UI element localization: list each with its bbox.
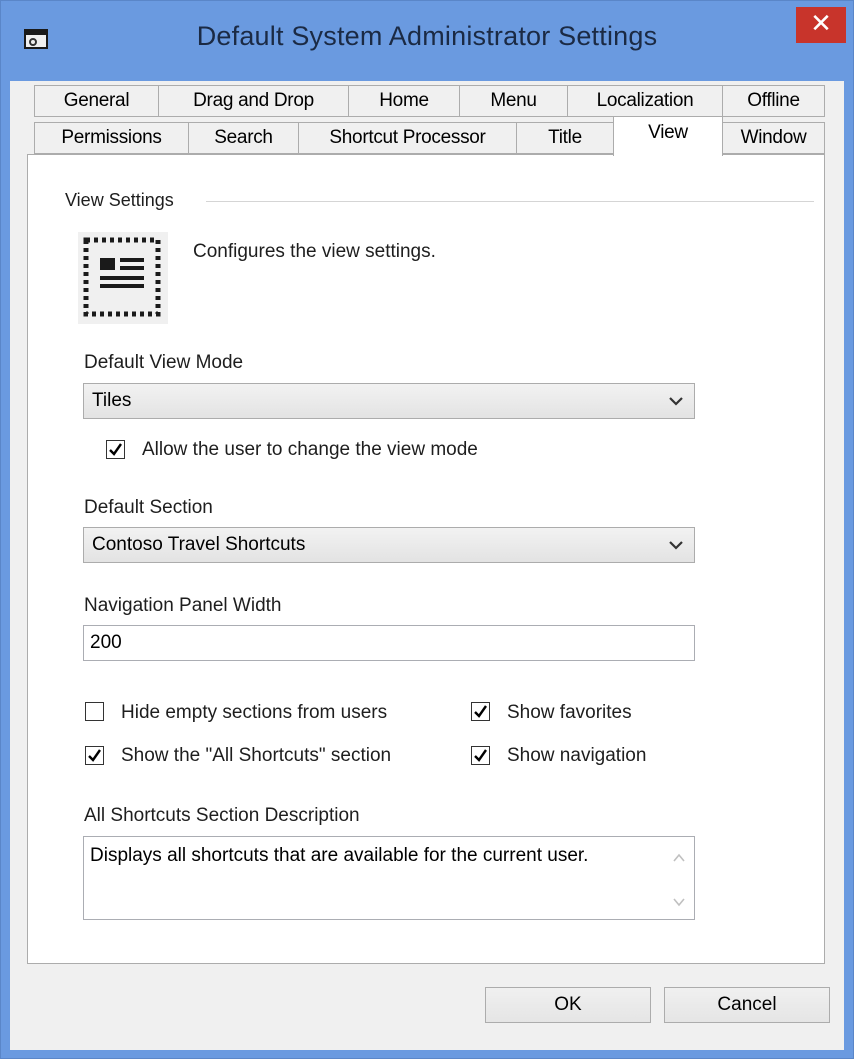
show-all-shortcuts-checkbox[interactable] — [85, 746, 104, 765]
navigation-panel-width-input[interactable]: 200 — [83, 625, 695, 661]
default-section-select[interactable]: Contoso Travel Shortcuts — [83, 527, 695, 563]
all-shortcuts-description-label: All Shortcuts Section Description — [84, 805, 360, 826]
scroll-down-icon — [673, 898, 685, 907]
default-view-mode-select[interactable]: Tiles — [83, 383, 695, 419]
tab-general[interactable]: General — [34, 85, 159, 117]
show-favorites-label[interactable]: Show favorites — [507, 702, 632, 724]
window-title: Default System Administrator Settings — [196, 21, 658, 51]
allow-change-view-mode-label[interactable]: Allow the user to change the view mode — [142, 439, 478, 461]
tab-menu[interactable]: Menu — [459, 85, 568, 117]
allow-change-view-mode-checkbox[interactable] — [106, 440, 125, 459]
navigation-panel-width-label: Navigation Panel Width — [84, 595, 282, 616]
tab-search[interactable]: Search — [188, 122, 299, 154]
tab-offline[interactable]: Offline — [722, 85, 825, 117]
vertical-scrollbar[interactable] — [665, 838, 693, 918]
checkmark-icon — [109, 443, 122, 456]
tab-window[interactable]: Window — [722, 122, 825, 154]
view-settings-icon — [78, 232, 168, 324]
show-navigation-checkbox[interactable] — [471, 746, 490, 765]
show-favorites-checkbox[interactable] — [471, 702, 490, 721]
hide-empty-sections-label[interactable]: Hide empty sections from users — [121, 702, 387, 724]
checkmark-icon — [474, 749, 487, 762]
all-shortcuts-description-value: Displays all shortcuts that are availabl… — [90, 845, 589, 866]
show-navigation-label[interactable]: Show navigation — [507, 745, 646, 767]
default-section-label: Default Section — [84, 497, 213, 518]
ok-button[interactable]: OK — [485, 987, 651, 1023]
default-view-mode-label: Default View Mode — [84, 352, 244, 373]
title-bar[interactable]: Default System Administrator Settings ✕ — [1, 1, 853, 81]
checkmark-icon — [88, 749, 101, 762]
view-settings-description: Configures the view settings. — [193, 241, 436, 262]
default-view-mode-value: Tiles — [92, 390, 132, 411]
all-shortcuts-description-textarea[interactable]: Displays all shortcuts that are availabl… — [83, 836, 695, 920]
tab-shortcut-processor[interactable]: Shortcut Processor — [298, 122, 517, 154]
tab-drag-and-drop[interactable]: Drag and Drop — [158, 85, 349, 117]
tab-view[interactable]: View — [613, 116, 723, 156]
group-divider — [206, 201, 814, 202]
tab-permissions[interactable]: Permissions — [34, 122, 189, 154]
tab-home[interactable]: Home — [348, 85, 460, 117]
close-button[interactable]: ✕ — [796, 7, 846, 43]
chevron-down-icon — [669, 541, 683, 550]
scroll-up-icon — [673, 853, 685, 862]
checkmark-icon — [474, 705, 487, 718]
cancel-button[interactable]: Cancel — [664, 987, 830, 1023]
tab-localization[interactable]: Localization — [567, 85, 723, 117]
default-section-value: Contoso Travel Shortcuts — [92, 534, 306, 555]
show-all-shortcuts-label[interactable]: Show the "All Shortcuts" section — [121, 745, 391, 767]
group-label-view-settings: View Settings — [65, 190, 174, 210]
tab-title[interactable]: Title — [516, 122, 614, 154]
chevron-down-icon — [669, 397, 683, 406]
hide-empty-sections-checkbox[interactable] — [85, 702, 104, 721]
